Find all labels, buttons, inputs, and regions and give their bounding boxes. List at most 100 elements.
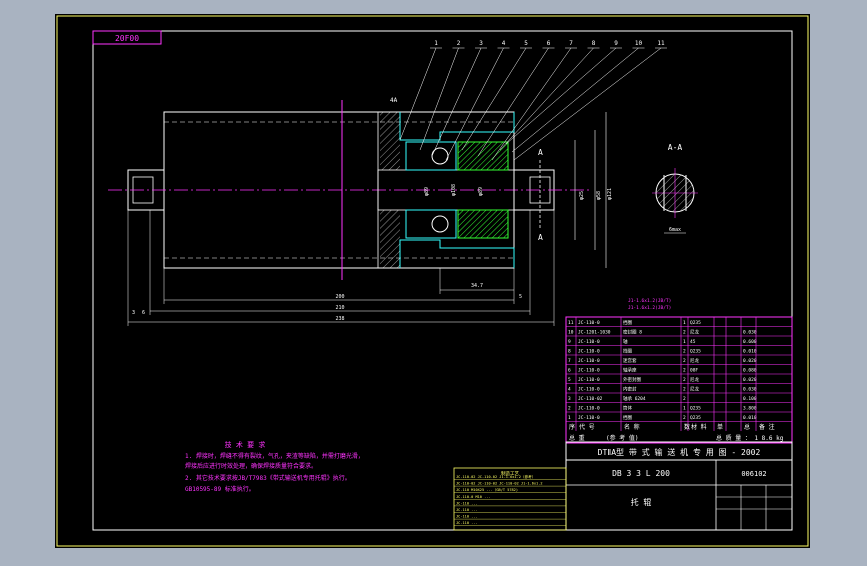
notes-line-1: 1. 焊接时，焊缝不得有裂纹，气孔，夹渣等缺陷，并需打磨光滑， [185,452,364,460]
bom-cell: 0.030 [743,330,757,336]
bom-cell: 轴承座 [623,367,637,374]
bom-cell: 2 [683,368,686,374]
bom-cell: 内密封 [623,386,637,393]
bom-cell: 2 [683,396,686,402]
process-row-text: JC-110-0 M10 ... [456,495,491,499]
bom-cell: 3 [568,396,571,402]
title-main: DTⅡA型 带 式 输 送 机 专 用 图 - 2002 [598,447,761,457]
bom-cell: 密封圈 8 [623,329,642,336]
bom-cell: JC-110-02 [578,396,603,402]
bom-cell: 挡圈 [623,319,632,326]
bom-cell: JC-1201-1030 [578,330,611,336]
bom-cell: 45 [690,339,696,345]
bom-cell: 0.020 [743,358,757,364]
bom-cell: 1 [683,320,686,326]
bom-cell: 1 [683,339,686,345]
dim-inner-b: φ108 [451,184,457,196]
leader-number: 9 [614,40,618,47]
bom-cell: 0.030 [743,387,757,393]
bom-cell: 0.100 [743,396,757,402]
bom-cell: JC-110-0 [578,377,600,383]
notes-title: 技 术 要 求 [225,440,266,449]
bom-cell: Q235 [690,406,701,412]
label-top-mark: 4A [390,97,398,104]
bom-cell: 0.020 [743,377,757,383]
process-row-text: JC-110 ... [456,515,478,519]
bom-cell: 7 [568,358,571,364]
leader-number: 3 [479,40,483,47]
process-row-text: JC-110 ... [456,521,478,525]
cad-drawing-viewport[interactable]: 20F00 A A 4A 1 2 3 4 5 6 7 8 9 10 11 φ25… [0,0,867,562]
bom-cell: 6 [568,368,571,374]
process-row-text: JC-110-02 JC-110-02 J1-1.6x1.2（参考） [456,474,535,479]
bom-header-cell: 材 料 [691,423,707,431]
bom-cell: 1 [683,406,686,412]
bom-cell: JC-110-0 [578,387,600,393]
bom-header-cell: 单 [717,423,723,431]
leader-number: 11 [657,40,665,47]
leader-number: 6 [547,40,551,47]
dim-d3: φ121 [607,188,613,200]
bom-cell: JC-110-0 [578,415,600,421]
dim-inner-c: φ89 [478,187,484,196]
bom-cell: 3.800 [743,406,757,412]
bom-cell: 2 [683,415,686,421]
process-row-text: JC-110-02 JC-110-02 JC-110-02 J1-1.6x1.2 [456,482,543,486]
bom-cell: 2 [683,377,686,383]
process-row-text: JC-110 ... [456,508,478,512]
drawing-paper [55,14,810,548]
bom-cell: 2 [683,330,686,336]
mid-note-1: J1-1.6x1.2(JB/T) [628,298,671,304]
bom-cell: 0.010 [743,415,757,421]
bom-mass-cell: 总 质 量 ： 1 8.6 kg [716,434,784,442]
bom-header-cell: 名 称 [624,423,640,431]
bom-cell: 挡圈 [623,348,632,355]
bom-cell: JC-110-0 [578,358,600,364]
bom-cell: 8 [568,349,571,355]
bom-cell: 2 [568,406,571,412]
bom-header-cell: 总 [744,423,750,431]
bom-cell: 2 [683,387,686,393]
bom-cell: 1 [568,415,571,421]
leader-number: 4 [502,40,506,47]
dim-l1: 200 [335,294,344,300]
bom-cell: 0.600 [743,339,757,345]
cad-drawing-canvas[interactable]: 20F00 A A 4A 1 2 3 4 5 6 7 8 9 10 11 φ25… [0,0,867,562]
bom-cell: 2 [683,349,686,355]
bom-mass-cell: 总 重 [569,434,585,442]
bom-cell: 轴 [623,338,628,345]
bom-cell: 9 [568,339,571,345]
section-letter-bottom: A [538,233,543,242]
dim-d2: φ58 [596,191,602,200]
bom-header-cell: 序 [569,423,575,431]
dim-d1: φ25 [579,191,585,200]
process-row-text: JC-110 M10X25 ...（GB/T 5782) [456,487,518,492]
bom-cell: JC-110-0 [578,406,600,412]
drawing-number-2: 006102 [741,470,766,478]
bom-cell: 0.080 [743,368,757,374]
bom-cell: JC-110-0 [578,368,600,374]
bom-cell: 尼龙 [690,329,699,336]
leader-number: 5 [524,40,528,47]
dim-l3: 238 [335,316,344,322]
housing-hatch-bottom [380,210,400,268]
bom-cell: 迷宫套 [623,357,637,364]
bom-header-cell: 备 注 [759,423,775,431]
dim-left-b: 6 [142,310,145,316]
bom-header-cell: 代 号 [579,423,595,431]
drawing-number: DB 3 3 L 200 [612,469,670,478]
bom-cell: 尼龙 [690,357,699,364]
bom-mass-cell: (参 考 值) [606,434,638,442]
leader-number: 1 [434,40,438,47]
bom-header-cell: 数 [684,423,690,431]
bom-cell: Q235 [690,349,701,355]
bom-cell: 外密封圈 [623,376,641,383]
bom-cell: 挡圈 [623,414,632,421]
leader-number: 7 [569,40,573,47]
notes-line-2: 焊接后应进行时效处理，确保焊接质量符合要求。 [185,462,317,470]
bom-cell: 2 [683,358,686,364]
bom-cell: 08F [690,368,698,374]
notes-line-4: GB10595-89 标准执行。 [185,485,255,493]
leader-number: 2 [457,40,461,47]
leader-number: 10 [635,40,643,47]
